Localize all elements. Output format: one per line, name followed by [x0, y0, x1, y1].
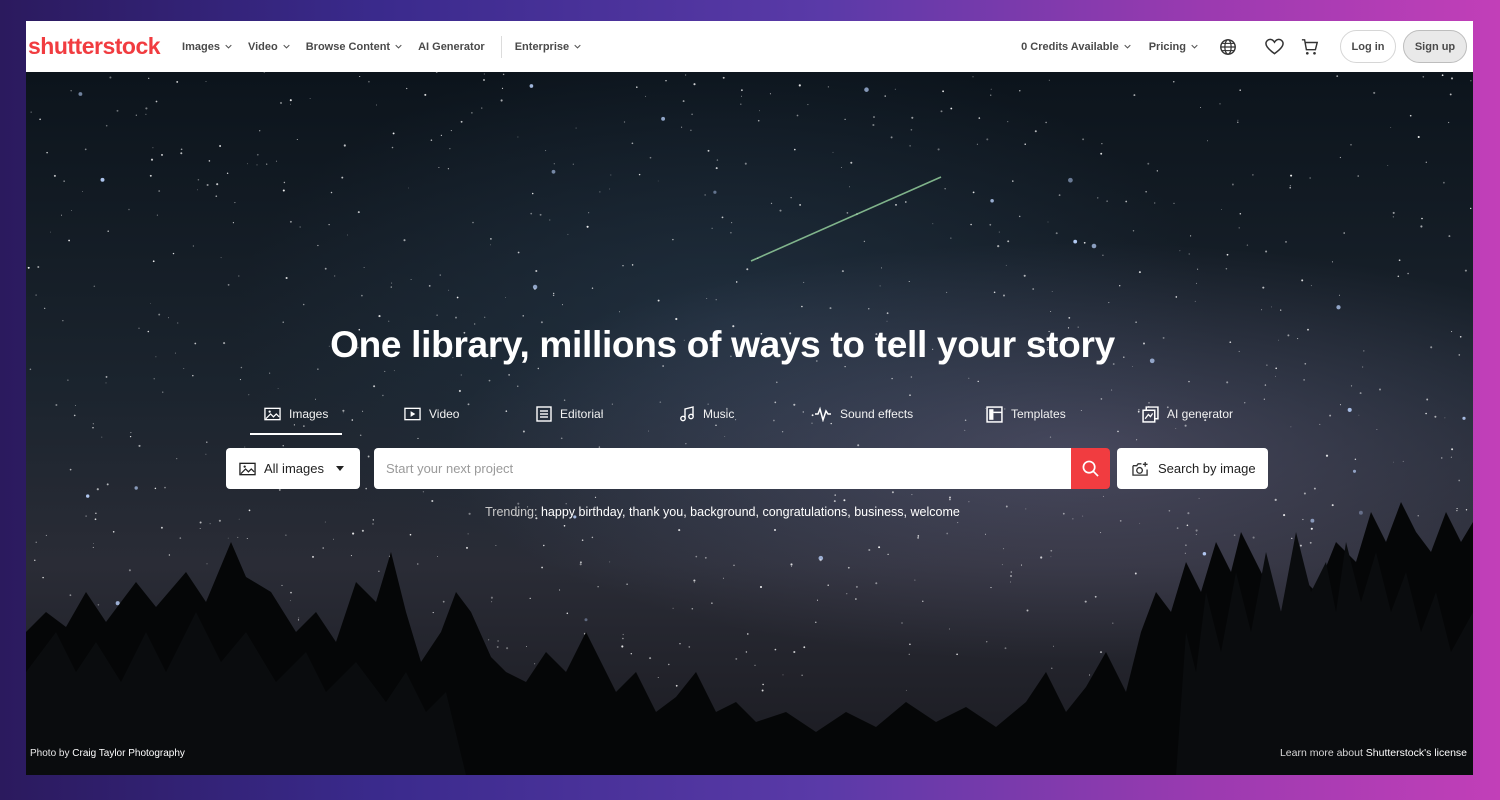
tab-label: Images: [289, 407, 329, 421]
photo-credit: Photo by Craig Taylor Photography: [30, 748, 185, 759]
photo-credit-by: by: [58, 748, 70, 759]
templates-icon: [986, 405, 1003, 423]
cart-button[interactable]: [1298, 35, 1322, 59]
image-icon: [239, 462, 256, 475]
hero-headline: One library, millions of ways to tell yo…: [330, 324, 1115, 365]
search-by-image-label: Search by image: [1158, 461, 1256, 476]
tab-video[interactable]: Video: [404, 402, 459, 426]
login-button[interactable]: Log in: [1340, 30, 1396, 63]
sound-effects-icon: [815, 406, 831, 422]
trending-link[interactable]: congratulations,: [762, 505, 850, 519]
search-by-image-button[interactable]: Search by image: [1117, 448, 1268, 489]
search-button[interactable]: [1071, 448, 1110, 489]
chevron-down-icon: [574, 44, 581, 49]
pricing-label: Pricing: [1148, 40, 1186, 53]
trending-link[interactable]: welcome: [911, 505, 960, 519]
nav-video[interactable]: Video: [248, 41, 290, 53]
favorites-button[interactable]: [1262, 35, 1286, 59]
chevron-down-icon: [225, 44, 232, 49]
chevron-down-icon: [395, 44, 402, 49]
asset-type-dropdown[interactable]: All images: [226, 448, 360, 489]
editorial-icon: [536, 406, 552, 422]
nav-browse-content[interactable]: Browse Content: [306, 41, 402, 53]
tab-label: Templates: [1011, 407, 1066, 421]
trending-link[interactable]: thank you,: [629, 505, 687, 519]
credits-label: 0 Credits Available: [1021, 40, 1119, 53]
tab-label: Sound effects: [840, 407, 914, 421]
search-bar: All images Search by image: [26, 448, 1473, 489]
nav-divider: [500, 35, 502, 58]
credits-dropdown[interactable]: 0 Credits Available: [1021, 41, 1131, 53]
pricing-dropdown[interactable]: Pricing: [1149, 41, 1198, 53]
license-prefix: Learn more about: [1279, 747, 1363, 759]
music-icon: [680, 406, 694, 422]
heart-icon: [1264, 38, 1284, 55]
tab-label: Editorial: [560, 407, 604, 421]
asset-type-label: All images: [264, 461, 324, 476]
photo-credit-author-link[interactable]: Craig Taylor Photography: [72, 748, 185, 759]
nav-browse-content-label: Browse Content: [305, 40, 391, 53]
tab-music[interactable]: Music: [679, 402, 734, 426]
photo-credit-prefix: Photo: [30, 748, 57, 759]
language-button[interactable]: [1216, 35, 1240, 59]
license-info: Learn more about Shutterstock's license: [1280, 747, 1467, 759]
video-icon: [404, 407, 421, 421]
tab-ai-generator[interactable]: AI generator: [1142, 402, 1233, 426]
trending-link[interactable]: business,: [854, 505, 907, 519]
cart-icon: [1301, 38, 1319, 55]
license-link[interactable]: Shutterstock's license: [1366, 747, 1467, 759]
nav-enterprise[interactable]: Enterprise: [515, 41, 581, 53]
image-icon: [264, 407, 281, 421]
caret-down-icon: [335, 466, 344, 471]
camera-search-icon: [1132, 461, 1148, 476]
tab-images[interactable]: Images: [249, 402, 343, 435]
globe-icon: [1220, 38, 1236, 55]
signup-button[interactable]: Sign up: [1403, 30, 1467, 63]
tab-editorial[interactable]: Editorial: [536, 402, 603, 426]
chevron-down-icon: [1191, 44, 1198, 49]
trending-searches: Trending: happy birthday, thank you, bac…: [26, 505, 1446, 519]
trending-label: Trending:: [485, 505, 538, 519]
top-navigation-bar: shutterstock Images Video Browse Content…: [26, 21, 1473, 72]
nav-images[interactable]: Images: [182, 41, 232, 53]
nav-ai-generator-label: AI Generator: [418, 40, 485, 53]
hero-section: One library, millions of ways to tell yo…: [26, 72, 1473, 775]
search-input[interactable]: [374, 448, 1071, 489]
media-type-tabs: Images Video Editorial Music Sound effec…: [26, 402, 1473, 435]
nav-enterprise-label: Enterprise: [514, 40, 570, 53]
shutterstock-logo[interactable]: shutterstock: [28, 33, 161, 60]
chevron-down-icon: [283, 44, 290, 49]
tab-label: AI generator: [1167, 407, 1234, 421]
trending-link[interactable]: happy birthday,: [541, 505, 626, 519]
nav-images-label: Images: [182, 40, 220, 53]
tab-templates[interactable]: Templates: [986, 402, 1066, 426]
chevron-down-icon: [1124, 44, 1131, 49]
account-nav: 0 Credits Available Pricing Log in Sign …: [1021, 21, 1473, 72]
tab-sound-effects[interactable]: Sound effects: [814, 402, 913, 426]
browser-viewport: shutterstock Images Video Browse Content…: [26, 21, 1473, 775]
search-icon: [1082, 460, 1099, 477]
nav-ai-generator[interactable]: AI Generator: [418, 41, 485, 53]
trending-link[interactable]: background,: [690, 505, 759, 519]
main-nav: Images Video Browse Content AI Generator…: [182, 21, 597, 72]
ai-generator-icon: [1142, 405, 1159, 423]
tab-label: Video: [429, 407, 460, 421]
nav-video-label: Video: [247, 40, 278, 53]
tab-label: Music: [703, 407, 735, 421]
